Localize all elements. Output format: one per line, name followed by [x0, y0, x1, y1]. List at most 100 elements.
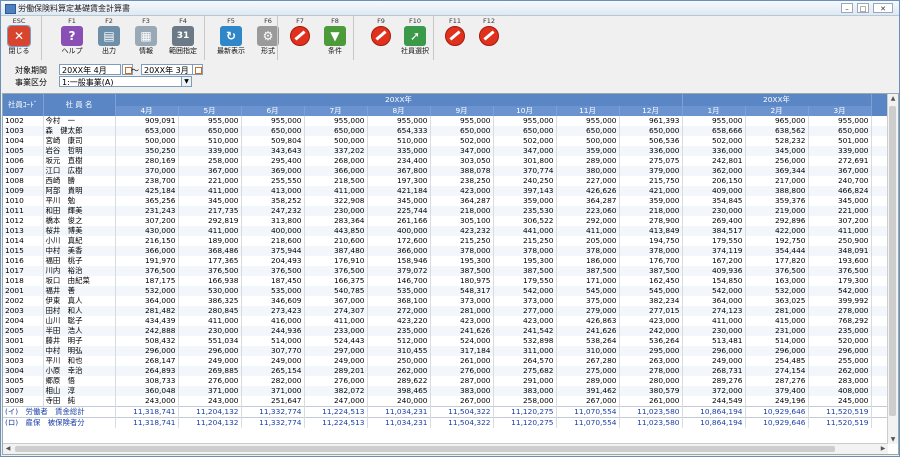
toolbar-button-f2[interactable]: F2 ▤ 出力: [93, 16, 125, 60]
table-row[interactable]: 1006 坂元 直樹 280,169 258,000 295,400 268,000 234…: [3, 156, 890, 166]
wage-cell: 423,000: [493, 316, 557, 326]
toolbar-button-f5[interactable]: F5 ↻ 最新表示: [215, 16, 247, 60]
employee-name: 坂口 由紀菜: [43, 276, 116, 286]
table-row[interactable]: 1012 橋本 俊之 307,200 292,819 313,800 283,364 261…: [3, 216, 890, 226]
table-row[interactable]: 3002 中村 明弘 296,000 296,000 307,770 297,000 310…: [3, 346, 890, 356]
month-header: 11月: [556, 106, 620, 116]
scroll-right-icon[interactable]: ▶: [878, 444, 888, 454]
table-row[interactable]: 1016 福田 桃子 191,970 177,365 204,493 176,910 158…: [3, 256, 890, 266]
select-employee-icon: ➚: [404, 26, 426, 46]
wage-cell: 387,500: [556, 266, 620, 276]
table-row[interactable]: 1011 和田 輝美 231,243 217,735 247,232 230,000 225…: [3, 206, 890, 216]
horizontal-scrollbar[interactable]: ◀ ▶: [3, 443, 888, 454]
wage-cell: 535,000: [241, 286, 305, 296]
employee-name: 藤井 明子: [43, 336, 116, 346]
table-row[interactable]: 2005 半田 浩人 242,888 230,000 244,936 233,000 235…: [3, 326, 890, 336]
wage-cell: 230,000: [682, 206, 746, 216]
wage-cell: 278,000: [619, 366, 683, 376]
scroll-thumb[interactable]: [889, 106, 896, 416]
table-row[interactable]: 2003 田村 和人 281,482 280,845 273,423 274,307 272…: [3, 306, 890, 316]
maximize-button[interactable]: □: [857, 3, 869, 13]
toolbar-button-f10[interactable]: F10 ➚ 社員選択: [399, 16, 431, 60]
table-row[interactable]: 1004 宮崎 康司 500,000 510,000 509,804 500,000 510…: [3, 136, 890, 146]
toolbar-button-esc[interactable]: ESC ✕ 閉じる: [3, 16, 35, 60]
table-row[interactable]: 1002 今村 一 909,091 955,000 955,000 955,000 955,…: [3, 116, 890, 126]
function-key-label: F8: [331, 17, 339, 25]
table-row[interactable]: 1008 西崎 勝 238,700 221,000 255,550 218,500 197,…: [3, 176, 890, 186]
table-row[interactable]: 3007 相山 淳 360,048 371,000 371,000 382,072 398,…: [3, 386, 890, 396]
toolbar-button-f7[interactable]: F7: [284, 16, 316, 60]
total-cell: 11,023,580: [619, 406, 683, 418]
wage-cell: 272,691: [808, 156, 872, 166]
chevron-down-icon[interactable]: ▼: [181, 76, 192, 87]
scroll-down-icon[interactable]: ▼: [888, 435, 898, 444]
wage-cell: 179,550: [493, 276, 557, 286]
toolbar-button-f3[interactable]: F3 ▦ 情報: [130, 16, 162, 60]
table-row[interactable]: 2001 福井 善 532,000 530,000 535,000 540,785 535,…: [3, 286, 890, 296]
wage-cell: 179,300: [808, 276, 872, 286]
wage-cell: 388,078: [430, 166, 494, 176]
table-row[interactable]: 1017 川内 裕治 376,500 376,500 376,500 376,500 379…: [3, 266, 890, 276]
table-row[interactable]: 1009 阿部 貴明 425,184 411,000 413,000 411,000 421…: [3, 186, 890, 196]
toolbar-button-f11[interactable]: F11: [439, 16, 471, 60]
scroll-up-icon[interactable]: ▲: [888, 94, 898, 103]
business-select[interactable]: 1:一般事業(A): [59, 76, 191, 87]
table-row[interactable]: 3008 寺田 純 243,000 243,000 251,647 247,000 240,…: [3, 396, 890, 407]
table-row[interactable]: 3003 平川 和也 268,147 249,000 249,000 249,000 250…: [3, 356, 890, 366]
total-cell: 10,929,646: [745, 417, 809, 428]
wage-cell: 275,000: [556, 366, 620, 376]
table-row[interactable]: 2002 伊東 真人 364,000 386,325 346,609 367,000 368…: [3, 296, 890, 306]
toolbar-button-f4[interactable]: F4 31 範囲指定: [167, 16, 199, 60]
table-row[interactable]: 1010 平川 勉 365,256 345,000 358,252 322,908 345,…: [3, 196, 890, 206]
wage-cell: 501,000: [808, 136, 872, 146]
scroll-left-icon[interactable]: ◀: [3, 444, 13, 454]
wage-cell: 514,000: [745, 336, 809, 346]
table-row[interactable]: 3005 郷原 悟 308,733 276,000 282,000 276,000 289,…: [3, 376, 890, 386]
data-grid[interactable]: 社員ｺｰﾄﾞ社 員 名 20XX年 20XX年 4月 5月 6月 7月 8月 9月 10月 11月 1…: [2, 93, 899, 455]
toolbar-button-f12[interactable]: F12: [473, 16, 505, 60]
table-row[interactable]: 3004 小原 幸治 264,893 269,885 265,154 289,201 262…: [3, 366, 890, 376]
wage-cell: 283,000: [808, 376, 872, 386]
wage-cell: 542,000: [682, 286, 746, 296]
wage-cell: 909,091: [115, 116, 179, 126]
toolbar-button-f6[interactable]: F6 ⚙ 形式: [252, 16, 284, 60]
month-header: 10月: [493, 106, 557, 116]
wage-cell: 291,000: [493, 376, 557, 386]
wage-cell: 650,000: [241, 126, 305, 136]
wage-cell: 247,232: [241, 206, 305, 216]
wage-cell: 307,770: [241, 346, 305, 356]
employee-name: 森 健太郎: [43, 126, 116, 136]
table-row[interactable]: 1005 岩谷 哲明 350,250 339,000 343,643 337,202 335…: [3, 146, 890, 156]
employee-code: 3002: [3, 346, 44, 356]
period-from-field[interactable]: 20XX年 4月: [59, 64, 121, 75]
total-label: (イ) 労働者 賃金総計: [3, 406, 116, 418]
table-row[interactable]: 1015 中村 美香 366,000 368,486 375,944 387,480 366…: [3, 246, 890, 256]
wage-cell: 397,143: [493, 186, 557, 196]
table-row[interactable]: 3001 藤井 明子 508,432 551,034 514,000 524,443 512…: [3, 336, 890, 346]
toolbar-button-label: 最新表示: [217, 47, 245, 55]
minimize-button[interactable]: –: [841, 3, 853, 13]
wage-cell: 368,486: [178, 246, 242, 256]
table-row[interactable]: 1013 桜井 博美 430,000 411,000 400,000 443,850 400…: [3, 226, 890, 236]
table-row[interactable]: 1014 小川 真紀 216,150 189,000 218,600 210,600 172…: [3, 236, 890, 246]
table-row[interactable]: 1018 坂口 由紀菜 187,175 166,938 187,450 166,375 14…: [3, 276, 890, 286]
table-row[interactable]: 2004 山川 聡子 434,439 411,000 416,000 411,000 423…: [3, 316, 890, 326]
disabled-icon: [290, 26, 310, 46]
total-cell: 11,034,231: [367, 406, 431, 418]
period-label: 対象期間: [15, 66, 47, 75]
employee-name: 岩谷 哲明: [43, 146, 116, 156]
table-row[interactable]: 1007 江口 広樹 370,000 367,000 369,000 366,000 367…: [3, 166, 890, 176]
table-row[interactable]: 1003 森 健太郎 653,000 650,000 650,000 650,000 654…: [3, 126, 890, 136]
wage-cell: 189,000: [178, 236, 242, 246]
toolbar-button-f1[interactable]: F1? ヘルプ: [56, 16, 88, 60]
close-window-button[interactable]: ✕: [873, 3, 893, 13]
calendar-icon[interactable]: [192, 64, 203, 75]
wage-cell: 197,300: [367, 176, 431, 186]
toolbar-button-f8[interactable]: F8 ▼ 条件: [319, 16, 351, 60]
vertical-scrollbar[interactable]: ▲ ▼: [887, 94, 898, 444]
wage-cell: 238,250: [430, 176, 494, 186]
wage-cell: 258,000: [493, 396, 557, 407]
employee-code: 1013: [3, 226, 44, 236]
scroll-thumb[interactable]: [15, 446, 835, 452]
toolbar-button-f9[interactable]: F9: [365, 16, 397, 60]
